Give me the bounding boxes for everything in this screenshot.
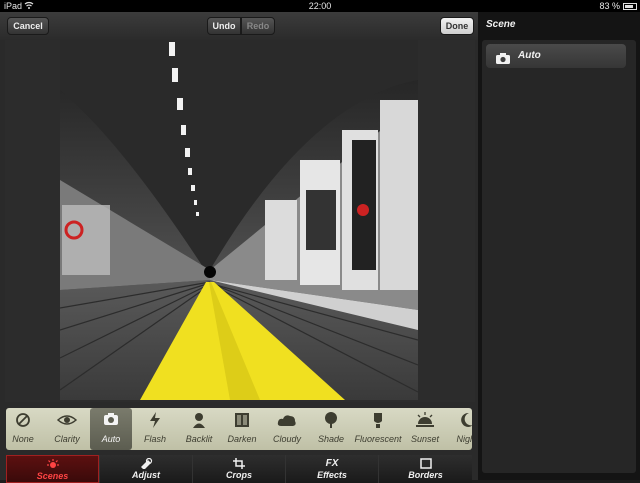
tab-borders[interactable]: Borders: [378, 455, 472, 483]
adjust-icon: [100, 458, 192, 469]
darken-icon: [224, 412, 260, 428]
panel-title: Scene: [486, 19, 516, 30]
photo-canvas: [5, 40, 475, 402]
borders-icon: [379, 458, 472, 469]
eye-icon: [48, 412, 86, 428]
tree-icon: [314, 412, 348, 428]
fluorescent-icon: [356, 412, 400, 428]
battery-fill: [625, 5, 633, 8]
backlit-icon: [182, 412, 216, 428]
scene-label: Auto: [101, 434, 121, 444]
none-icon: [8, 412, 38, 428]
tab-scenes[interactable]: Scenes: [6, 455, 99, 483]
panel-item-auto[interactable]: Auto: [486, 44, 626, 68]
sunset-icon: [408, 412, 442, 428]
crop-icon: [193, 458, 285, 469]
cancel-button[interactable]: Cancel: [7, 17, 49, 35]
scene-none[interactable]: None: [8, 408, 38, 450]
tab-label: Borders: [408, 470, 443, 480]
panel-item-label: Auto: [518, 50, 541, 61]
camera-icon: [90, 412, 132, 428]
scene-sunset[interactable]: Sunset: [408, 408, 442, 450]
scene-darken[interactable]: Darken: [224, 408, 260, 450]
tab-label: Adjust: [132, 470, 160, 480]
top-toolbar: Cancel Undo Redo Done: [0, 12, 478, 40]
subway-photo[interactable]: [60, 40, 418, 400]
scene-shade[interactable]: Shade: [314, 408, 348, 450]
scene-label: Backlit: [185, 434, 213, 444]
scene-label: None: [12, 434, 34, 444]
scene-label: Darken: [227, 434, 257, 444]
tab-label: Effects: [317, 470, 347, 480]
fx-icon: FX: [325, 458, 339, 469]
scene-label: Clarity: [54, 434, 80, 444]
redo-button[interactable]: Redo: [241, 17, 275, 35]
scene-label: Shade: [317, 434, 345, 444]
battery-percent: 83 %: [599, 1, 620, 11]
panel-list: [482, 40, 636, 473]
scene-strip[interactable]: None Clarity Auto Flash Backlit Darken C…: [6, 408, 472, 450]
scenes-icon: [7, 459, 98, 470]
moon-icon: [452, 412, 472, 428]
done-button[interactable]: Done: [440, 17, 474, 35]
tab-label: Crops: [225, 470, 252, 480]
scene-label: Fluorescent: [354, 434, 402, 444]
status-bar: iPad 22:00 83 %: [0, 0, 640, 12]
tab-crops[interactable]: Crops: [192, 455, 285, 483]
camera-icon: [496, 51, 510, 69]
bottom-tab-bar: Scenes Adjust Crops FX Effects Borders: [6, 455, 472, 483]
clock: 22:00: [308, 1, 332, 11]
tab-adjust[interactable]: Adjust: [99, 455, 192, 483]
tab-effects[interactable]: FX Effects: [285, 455, 378, 483]
scene-fluorescent[interactable]: Fluorescent: [354, 408, 402, 450]
scene-night[interactable]: Night: [452, 408, 472, 450]
scene-auto[interactable]: Auto: [90, 408, 132, 450]
scene-clarity[interactable]: Clarity: [48, 408, 86, 450]
scene-label: Night: [456, 434, 472, 444]
scene-backlit[interactable]: Backlit: [182, 408, 216, 450]
undo-button[interactable]: Undo: [207, 17, 241, 35]
cloud-icon: [268, 412, 306, 428]
scene-cloudy[interactable]: Cloudy: [268, 408, 306, 450]
scene-label: Flash: [143, 434, 166, 444]
editor-area: Cancel Undo Redo Done None Clarity Auto …: [0, 12, 478, 483]
scene-label: Cloudy: [272, 434, 301, 444]
battery-icon: [623, 3, 637, 10]
scene-flash[interactable]: Flash: [138, 408, 172, 450]
scene-label: Sunset: [410, 434, 440, 444]
flash-icon: [138, 412, 172, 428]
scene-panel: Scene Auto: [478, 12, 640, 480]
